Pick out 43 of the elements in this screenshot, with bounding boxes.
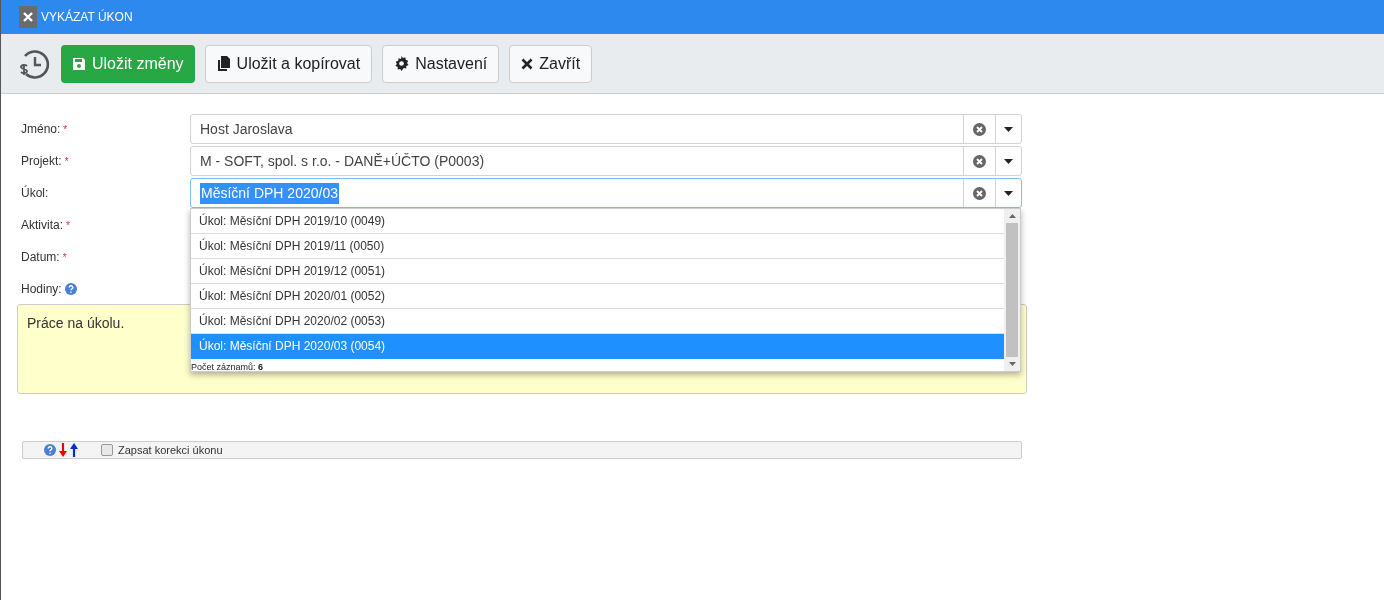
scroll-up-icon[interactable] [1008, 214, 1016, 218]
clear-icon [973, 122, 986, 136]
caret-icon [1004, 158, 1013, 164]
gear-icon [394, 56, 410, 71]
field-label: Hodiny: [21, 281, 62, 298]
scrollbar[interactable] [1004, 209, 1020, 371]
help-icon[interactable] [64, 283, 77, 295]
dropdown-item[interactable]: Úkol: Měsíční DPH 2019/12 (0051) [191, 259, 1004, 284]
field-label: Úkol: [21, 184, 49, 202]
field-label: Datum: [21, 249, 60, 266]
required-mark: * [62, 250, 67, 265]
required-mark: * [64, 154, 69, 169]
caret-icon [1004, 126, 1013, 132]
clear-icon [973, 186, 986, 200]
close-button[interactable]: Zavřít [509, 44, 593, 83]
dropdown-item[interactable]: Úkol: Měsíční DPH 2019/11 (0050) [191, 234, 1004, 259]
field-label: Aktivita: [21, 217, 63, 234]
field-label: Projekt: [21, 153, 62, 170]
required-mark: * [63, 122, 68, 137]
settings-button[interactable]: Nastavení [382, 44, 500, 83]
scroll-down-icon[interactable] [1008, 362, 1016, 366]
down-arrow-icon[interactable] [59, 443, 67, 457]
close-icon [521, 57, 534, 70]
combo-field[interactable]: Host Jaroslava [190, 114, 1022, 144]
copy-icon [216, 55, 231, 72]
record-count: Počet záznamů: 6 [191, 361, 265, 374]
required-mark: * [66, 218, 70, 233]
dropdown-item[interactable]: Úkol: Měsíční DPH 2019/10 (0049) [191, 209, 1004, 234]
window-title: VYKÁZAT ÚKON [41, 8, 133, 26]
dropdown-item[interactable]: Úkol: Měsíční DPH 2020/01 (0052) [191, 284, 1004, 309]
field-value: Host Jaroslava [200, 119, 293, 139]
field-value: M - SOFT, spol. s r.o. - DANĚ+ÚČTO (P0003) [200, 151, 485, 171]
field-value: Měsíční DPH 2020/03 [200, 182, 339, 204]
up-arrow-icon[interactable] [70, 443, 78, 457]
combo-field[interactable]: M - SOFT, spol. s r.o. - DANĚ+ÚČTO (P0003) [190, 146, 1022, 176]
save-copy-button[interactable]: Uložit a kopírovat [204, 44, 373, 83]
clear-icon [973, 154, 986, 168]
checkbox[interactable] [101, 444, 113, 456]
field-label: Jméno: [21, 121, 61, 138]
help-icon[interactable] [44, 444, 56, 456]
close-icon[interactable] [19, 6, 37, 28]
checkbox-label: Zapsat korekci úkonu [118, 442, 223, 458]
caret-icon [1004, 190, 1013, 196]
